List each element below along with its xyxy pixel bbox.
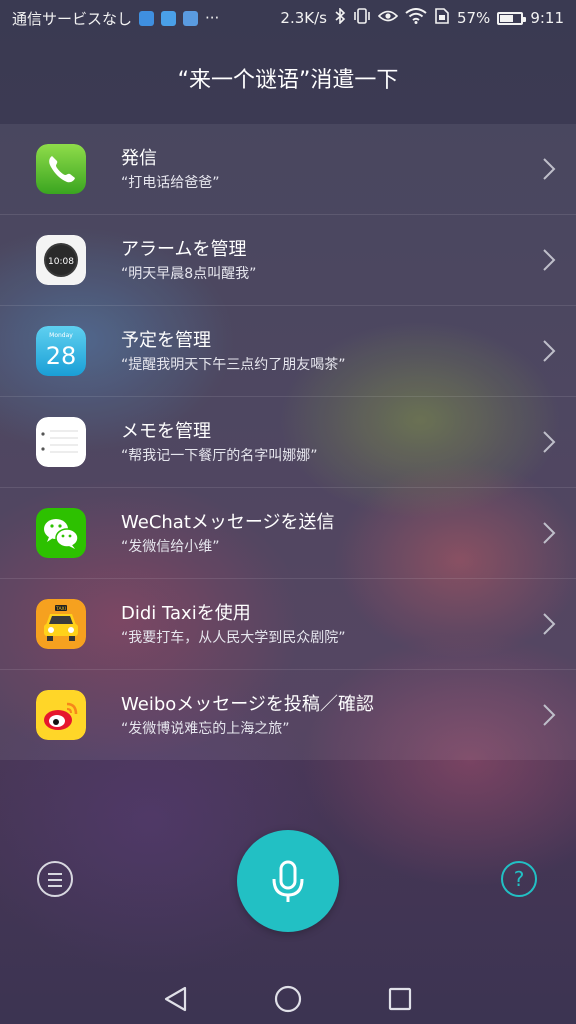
alarm-icon-time: 10:08	[48, 257, 74, 267]
more-notifications-icon: ···	[205, 9, 220, 27]
notification-app-icon	[139, 10, 155, 26]
notepad-icon	[36, 417, 86, 467]
voice-input-button[interactable]	[237, 830, 339, 932]
command-example: “发微博说难忘的上海之旅”	[121, 721, 290, 737]
chevron-right-icon	[543, 431, 556, 453]
command-item-alarm[interactable]: 10:08 アラームを管理 “明天早晨8点叫醒我”	[0, 215, 576, 306]
chevron-right-icon	[543, 522, 556, 544]
weibo-icon	[36, 690, 86, 740]
notification-app-icon	[161, 10, 177, 26]
status-bar: 通信サービスなし ··· 2.3K/s 57% 9:11	[0, 0, 576, 36]
eye-comfort-icon	[377, 9, 399, 27]
command-example: “发微信给小维”	[121, 539, 220, 555]
battery-percent: 57%	[456, 9, 491, 27]
status-bar-right: 2.3K/s 57% 9:11	[280, 7, 564, 28]
sim-card-icon	[434, 8, 450, 28]
vibrate-icon	[353, 8, 371, 28]
bluetooth-icon	[334, 7, 346, 28]
command-item-schedule[interactable]: Monday 28 予定を管理 “提醒我明天下午三点约了朋友喝茶”	[0, 306, 576, 397]
command-title: Weiboメッセージを投稿／確認	[121, 694, 374, 715]
command-text: 発信 “打电话给爸爸”	[121, 146, 220, 194]
alarm-clock-icon: 10:08	[36, 235, 86, 285]
microphone-icon	[272, 860, 304, 902]
command-example: “我要打车，从人民大学到民众剧院”	[121, 630, 346, 646]
command-item-wechat[interactable]: WeChatメッセージを送信 “发微信给小维”	[0, 488, 576, 579]
command-title: WeChatメッセージを送信	[121, 512, 335, 533]
command-text: アラームを管理 “明天早晨8点叫醒我”	[121, 237, 256, 285]
home-icon[interactable]	[274, 985, 302, 1013]
chevron-right-icon	[543, 613, 556, 635]
help-button[interactable]: ?	[501, 861, 537, 897]
network-speed: 2.3K/s	[280, 9, 327, 27]
command-example: “打电话给爸爸”	[121, 175, 220, 191]
chevron-right-icon	[543, 249, 556, 271]
wechat-icon	[36, 508, 86, 558]
carrier-text: 通信サービスなし	[12, 9, 133, 28]
menu-icon-line	[48, 885, 62, 887]
command-text: メモを管理 “帮我记一下餐厅的名字叫娜娜”	[121, 419, 318, 467]
chevron-right-icon	[543, 704, 556, 726]
command-example: “帮我记一下餐厅的名字叫娜娜”	[121, 448, 318, 464]
command-item-memo[interactable]: メモを管理 “帮我记一下餐厅的名字叫娜娜”	[0, 397, 576, 488]
command-item-taxi[interactable]: TAXI Didi Taxiを使用 “我要打车，从人民大学到民众剧院”	[0, 579, 576, 670]
command-item-weibo[interactable]: Weiboメッセージを投稿／確認 “发微博说难忘的上海之旅”	[0, 670, 576, 760]
menu-button[interactable]	[37, 861, 73, 897]
command-text: WeChatメッセージを送信 “发微信给小维”	[121, 510, 335, 558]
command-text: 予定を管理 “提醒我明天下午三点约了朋友喝茶”	[121, 328, 346, 376]
calendar-icon-weekday: Monday	[49, 332, 73, 339]
status-bar-left: 通信サービスなし ···	[12, 8, 219, 29]
phone-icon	[36, 144, 86, 194]
chevron-right-icon	[543, 340, 556, 362]
battery-icon	[497, 11, 527, 25]
command-list: 発信 “打电话给爸爸” 10:08 アラームを管理 “明天早晨8点叫醒我” Mo	[0, 124, 576, 760]
notification-app-icon	[183, 10, 199, 26]
wifi-icon	[405, 8, 427, 28]
command-example: “提醒我明天下午三点约了朋友喝茶”	[121, 357, 346, 373]
chevron-right-icon	[543, 158, 556, 180]
menu-icon-line	[48, 873, 62, 875]
menu-icon-line	[48, 879, 62, 881]
command-title: 発信	[121, 148, 157, 169]
back-icon[interactable]	[163, 986, 189, 1012]
command-title: Didi Taxiを使用	[121, 603, 251, 624]
command-text: Didi Taxiを使用 “我要打车，从人民大学到民众剧院”	[121, 601, 346, 649]
recent-apps-icon[interactable]	[388, 987, 412, 1011]
taxi-icon: TAXI	[36, 599, 86, 649]
clock: 9:11	[530, 9, 564, 27]
command-title: メモを管理	[121, 421, 211, 442]
command-title: 予定を管理	[121, 330, 211, 351]
navigation-bar	[0, 972, 576, 1024]
command-item-call[interactable]: 発信 “打电话给爸爸”	[0, 124, 576, 215]
suggestion-title: “来一个谜语”消遣一下	[177, 68, 399, 93]
calendar-icon-day: 28	[46, 342, 77, 370]
taxi-sign: TAXI	[55, 606, 66, 612]
command-title: アラームを管理	[121, 239, 247, 260]
command-example: “明天早晨8点叫醒我”	[121, 266, 257, 282]
command-text: Weiboメッセージを投稿／確認 “发微博说难忘的上海之旅”	[121, 692, 374, 740]
calendar-icon: Monday 28	[36, 326, 86, 376]
